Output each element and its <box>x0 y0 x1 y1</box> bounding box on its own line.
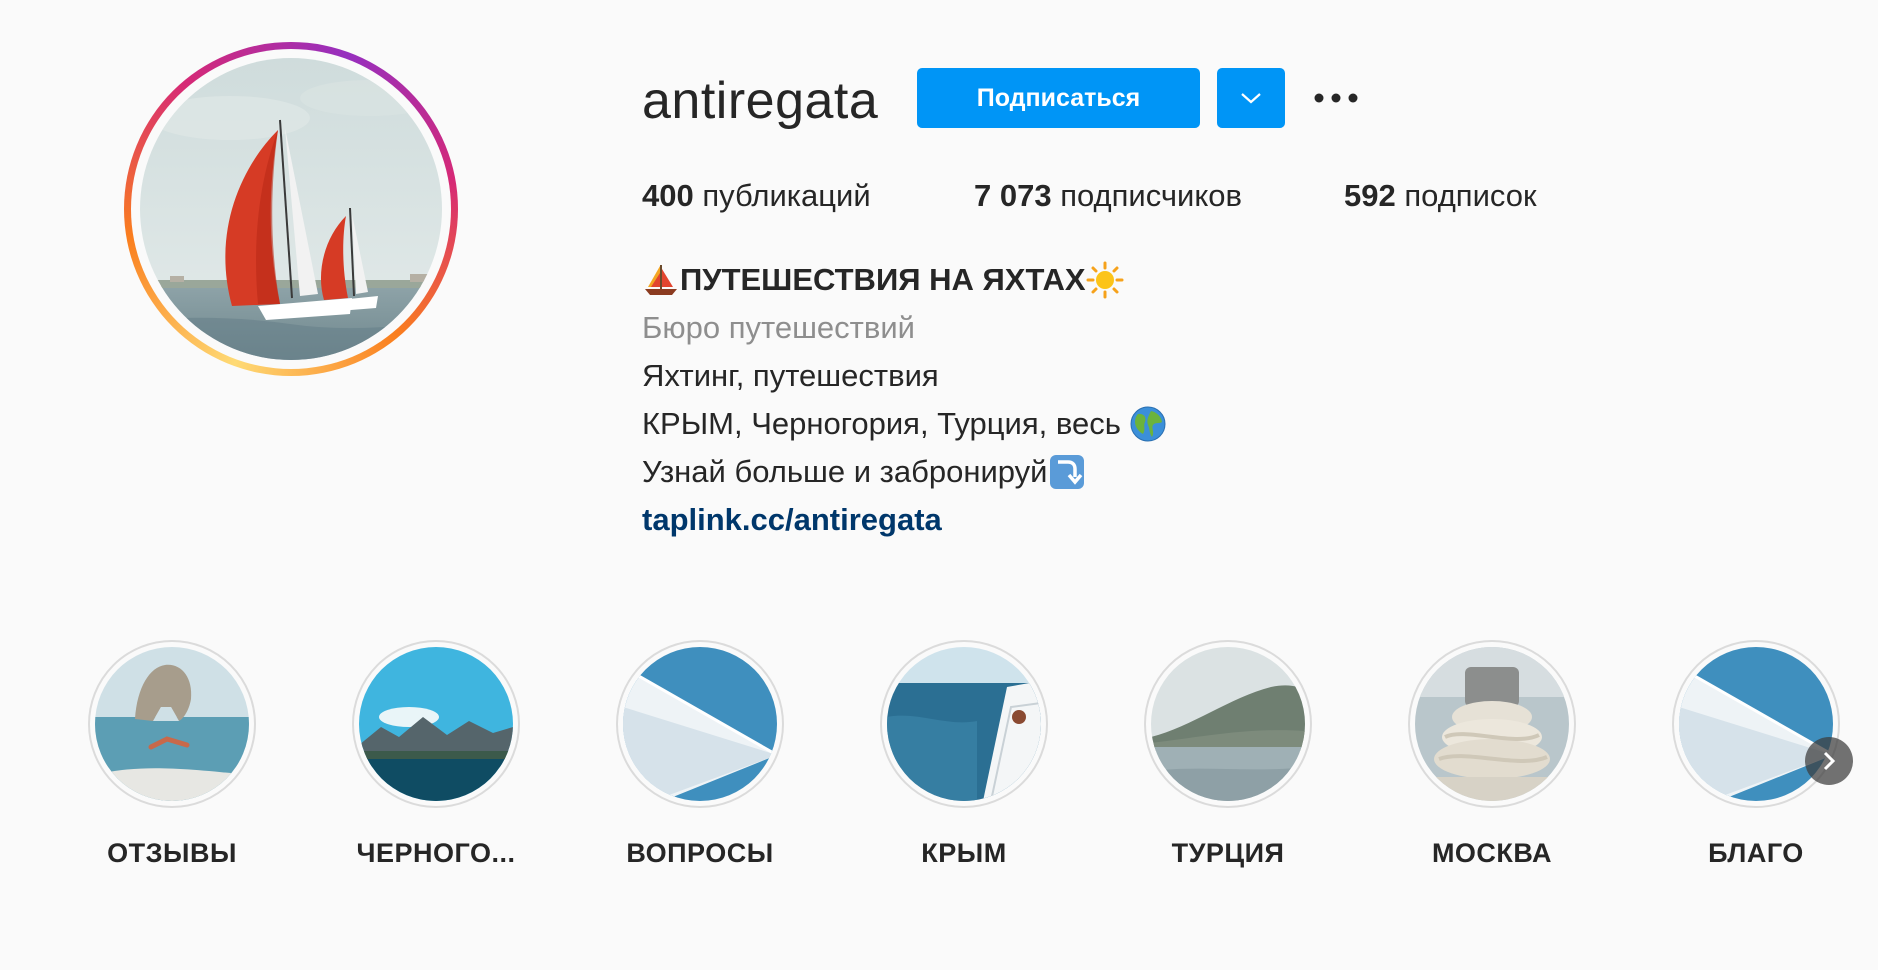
followers-number: 7 073 <box>974 178 1052 213</box>
highlight-cover <box>1415 647 1569 801</box>
sail-photo <box>1679 647 1833 801</box>
posts-count: 400 публикаций <box>642 176 871 216</box>
bio-text-2: КРЫМ, Черногория, Турция, весь <box>642 406 1121 441</box>
avatar[interactable] <box>140 58 442 360</box>
sail-photo <box>623 647 777 801</box>
rope-photo <box>1415 647 1569 801</box>
bio-text-1: Яхтинг, путешествия <box>642 358 939 393</box>
globe-emoji <box>1129 405 1167 443</box>
chevron-down-icon <box>1241 93 1261 104</box>
highlight-ring <box>1144 640 1312 808</box>
bio-line-1: Яхтинг, путешествия <box>642 352 1167 400</box>
mountain-bay-photo <box>359 647 513 801</box>
highlight-cover <box>623 647 777 801</box>
bio-title: ПУТЕШЕСТВИЯ НА ЯХТАХ <box>680 262 1086 297</box>
profile-bio: ПУТЕШЕСТВИЯ НА ЯХТАХ Бюро путешествий Ях… <box>642 256 1167 544</box>
username: antiregata <box>642 72 879 130</box>
highlights-next-button[interactable] <box>1805 737 1853 785</box>
highlight-cover <box>887 647 1041 801</box>
highlight-ring <box>1408 640 1576 808</box>
bio-category: Бюро путешествий <box>642 310 915 345</box>
profile-avatar-ring[interactable] <box>124 42 458 376</box>
highlight-label: ЧЕРНОГО... <box>356 838 516 868</box>
bio-line-3: Узнай больше и забронируй <box>642 448 1167 496</box>
yacht-sea-photo <box>887 647 1041 801</box>
highlight-cover <box>1679 647 1833 801</box>
diver-rock-photo <box>95 647 249 801</box>
highlight-item[interactable]: КРЫМ <box>849 640 1079 869</box>
posts-number: 400 <box>642 178 694 213</box>
highlight-label: ОТЗЫВЫ <box>107 838 237 868</box>
bio-link-line: taplink.cc/antiregata <box>642 496 1167 544</box>
highlight-cover <box>359 647 513 801</box>
highlight-ring <box>352 640 520 808</box>
bio-line-2: КРЫМ, Черногория, Турция, весь <box>642 400 1167 448</box>
suggestions-dropdown-button[interactable] <box>1217 68 1285 128</box>
bio-title-line: ПУТЕШЕСТВИЯ НА ЯХТАХ <box>642 256 1167 304</box>
highlight-ring <box>88 640 256 808</box>
highlight-label: МОСКВА <box>1431 838 1553 868</box>
highlight-label: ТУРЦИЯ <box>1171 838 1285 868</box>
highlight-label: КРЫМ <box>921 838 1007 868</box>
more-options-icon <box>1314 93 1358 103</box>
bio-link[interactable]: taplink.cc/antiregata <box>642 496 942 544</box>
following-label: подписок <box>1404 178 1537 213</box>
bio-text-3: Узнай больше и забронируй <box>642 454 1048 489</box>
highlight-ring <box>616 640 784 808</box>
highlight-item[interactable]: МОСКВА <box>1377 640 1607 869</box>
sun-emoji <box>1086 261 1124 299</box>
chevron-right-icon <box>1823 751 1836 771</box>
avatar-gap <box>131 49 451 369</box>
highlight-label: ВОПРОСЫ <box>626 838 774 868</box>
highlight-label: БЛАГО <box>1708 838 1804 868</box>
highlight-item[interactable]: ТУРЦИЯ <box>1113 640 1343 869</box>
sailboats-photo <box>140 58 442 360</box>
highlight-ring <box>880 640 1048 808</box>
following-number: 592 <box>1344 178 1396 213</box>
bio-category-line: Бюро путешествий <box>642 304 1167 352</box>
highlight-item[interactable]: ОТЗЫВЫ <box>57 640 287 869</box>
follow-button[interactable]: Подписаться <box>917 68 1200 128</box>
followers-label: подписчиков <box>1060 178 1242 213</box>
followers-count[interactable]: 7 073 подписчиков <box>974 176 1242 216</box>
story-highlights: ОТЗЫВЫ ЧЕРНОГО... ВОПРОСЫ КРЫМ ТУРЦИЯ МО… <box>0 640 1878 880</box>
highlight-item[interactable]: ВОПРОСЫ <box>585 640 815 869</box>
following-count[interactable]: 592 подписок <box>1344 176 1537 216</box>
more-options-button[interactable] <box>1308 74 1364 122</box>
posts-label: публикаций <box>702 178 871 213</box>
highlight-cover <box>1151 647 1305 801</box>
arrow-down-emoji <box>1048 453 1086 491</box>
highlight-cover <box>95 647 249 801</box>
highlight-ring <box>1672 640 1840 808</box>
hills-sea-photo <box>1151 647 1305 801</box>
sailboat-emoji <box>642 261 680 299</box>
highlight-item[interactable]: ЧЕРНОГО... <box>321 640 551 869</box>
